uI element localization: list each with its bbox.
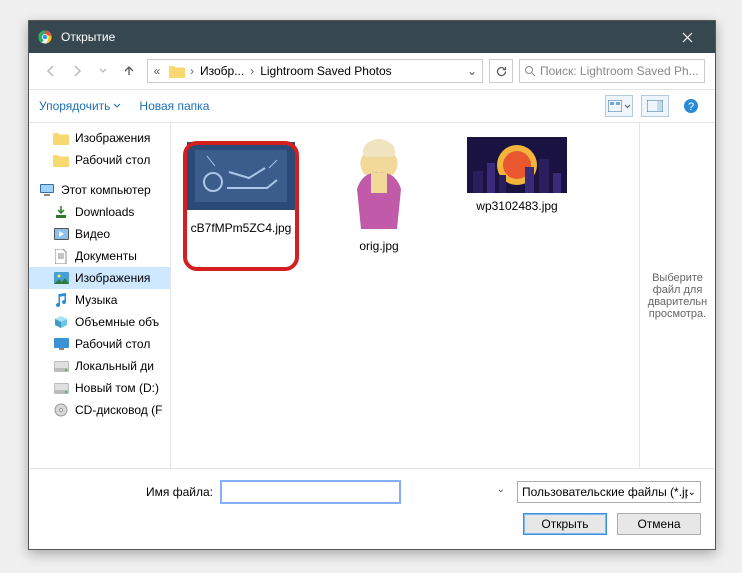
tree-cddrive[interactable]: CD-дисковод (F xyxy=(29,399,170,421)
view-mode-button[interactable] xyxy=(605,95,633,117)
desktop-icon xyxy=(53,336,69,352)
close-button[interactable] xyxy=(667,21,707,53)
tree-localdisk[interactable]: Локальный ди xyxy=(29,355,170,377)
file-name: wp3102483.jpg xyxy=(476,199,557,213)
nav-tree: Изображения Рабочий стол Этот компьютер … xyxy=(29,123,171,468)
arrow-left-icon xyxy=(44,64,58,78)
organize-button[interactable]: Упорядочить xyxy=(39,99,121,113)
file-area: cB7fMPm5ZC4.jpg orig.jpg wp3102483.jpg В… xyxy=(171,123,715,468)
address-row: « › Изобр... › Lightroom Saved Photos ⌄ … xyxy=(29,53,715,89)
breadcrumb-sep: › xyxy=(248,64,256,78)
preview-pane-button[interactable] xyxy=(641,95,669,117)
music-icon xyxy=(53,292,69,308)
file-list[interactable]: cB7fMPm5ZC4.jpg orig.jpg wp3102483.jpg xyxy=(171,123,639,468)
breadcrumb-prev[interactable]: « xyxy=(148,64,166,78)
dialog-footer: Имя файла: ⌄ Пользовательские файлы (*.j… xyxy=(29,468,715,549)
filename-input[interactable] xyxy=(221,481,400,503)
tree-downloads[interactable]: Downloads xyxy=(29,201,170,223)
arrow-up-icon xyxy=(122,64,136,78)
search-icon xyxy=(524,65,536,77)
titlebar: Открытие xyxy=(29,21,715,53)
search-placeholder: Поиск: Lightroom Saved Ph... xyxy=(540,64,699,78)
folder-icon xyxy=(53,152,69,168)
disc-icon xyxy=(53,402,69,418)
file-name: cB7fMPm5ZC4.jpg xyxy=(191,221,292,235)
tree-music[interactable]: Музыка xyxy=(29,289,170,311)
chevron-down-icon xyxy=(113,102,121,110)
newfolder-button[interactable]: Новая папка xyxy=(139,99,209,113)
chevron-down-icon xyxy=(99,67,107,75)
tree-newvolume[interactable]: Новый том (D:) xyxy=(29,377,170,399)
tree-images[interactable]: Изображения xyxy=(29,127,170,149)
refresh-button[interactable] xyxy=(489,59,513,83)
refresh-icon xyxy=(495,65,508,78)
file-thumbnail xyxy=(187,137,295,215)
nav-up-button[interactable] xyxy=(117,59,141,83)
cancel-button[interactable]: Отмена xyxy=(617,513,701,535)
preview-pane: Выберите файл для дварительн просмотра. xyxy=(639,123,715,468)
folder-icon xyxy=(53,130,69,146)
breadcrumb[interactable]: « › Изобр... › Lightroom Saved Photos ⌄ xyxy=(147,59,483,83)
computer-icon xyxy=(39,182,55,198)
arrow-right-icon xyxy=(70,64,84,78)
open-button[interactable]: Открыть xyxy=(523,513,607,535)
tree-pictures[interactable]: Изображения xyxy=(29,267,170,289)
file-item[interactable]: wp3102483.jpg xyxy=(457,137,577,213)
breadcrumb-part2[interactable]: Lightroom Saved Photos xyxy=(256,64,395,78)
svg-text:?: ? xyxy=(688,101,694,113)
file-item[interactable]: cB7fMPm5ZC4.jpg xyxy=(181,137,301,235)
toolbar: Упорядочить Новая папка ? xyxy=(29,89,715,123)
nav-buttons xyxy=(39,59,141,83)
file-open-dialog: Открытие « › Изобр... xyxy=(28,20,716,550)
downloads-icon xyxy=(53,204,69,220)
search-input[interactable]: Поиск: Lightroom Saved Ph... xyxy=(519,59,705,83)
tree-video[interactable]: Видео xyxy=(29,223,170,245)
breadcrumb-dropdown[interactable]: ⌄ xyxy=(462,64,482,78)
filename-label: Имя файла: xyxy=(43,485,213,499)
file-item[interactable]: orig.jpg xyxy=(319,137,439,253)
tree-documents[interactable]: Документы xyxy=(29,245,170,267)
breadcrumb-sep: › xyxy=(188,64,196,78)
chrome-icon xyxy=(37,29,53,45)
close-icon xyxy=(682,32,693,43)
file-thumbnail xyxy=(463,137,571,193)
nav-recent-button[interactable] xyxy=(91,59,115,83)
file-thumbnail xyxy=(325,137,433,233)
cube-icon xyxy=(53,314,69,330)
breadcrumb-part1[interactable]: Изобр... xyxy=(196,64,248,78)
help-icon: ? xyxy=(683,98,699,114)
help-button[interactable]: ? xyxy=(677,95,705,117)
drive-icon xyxy=(53,358,69,374)
tree-desktop2[interactable]: Рабочий стол xyxy=(29,333,170,355)
tree-3dobjects[interactable]: Объемные объ xyxy=(29,311,170,333)
nav-forward-button[interactable] xyxy=(65,59,89,83)
drive-icon xyxy=(53,380,69,396)
titlebar-title: Открытие xyxy=(61,30,115,44)
chevron-down-icon xyxy=(624,103,631,110)
video-icon xyxy=(53,226,69,242)
filename-dropdown[interactable]: ⌄ xyxy=(497,484,505,495)
filetype-filter[interactable]: Пользовательские файлы (*.jp ⌄ xyxy=(517,481,701,503)
documents-icon xyxy=(53,248,69,264)
view-icon xyxy=(608,100,622,112)
preview-pane-icon xyxy=(647,100,663,112)
dialog-body: Изображения Рабочий стол Этот компьютер … xyxy=(29,123,715,468)
nav-back-button[interactable] xyxy=(39,59,63,83)
file-name: orig.jpg xyxy=(359,239,398,253)
tree-desktop[interactable]: Рабочий стол xyxy=(29,149,170,171)
chevron-down-icon: ⌄ xyxy=(688,487,696,498)
tree-thispc[interactable]: Этот компьютер xyxy=(29,179,170,201)
folder-icon xyxy=(168,62,186,80)
pictures-icon xyxy=(53,270,69,286)
preview-text: Выберите файл для дварительн просмотра. xyxy=(646,272,709,320)
